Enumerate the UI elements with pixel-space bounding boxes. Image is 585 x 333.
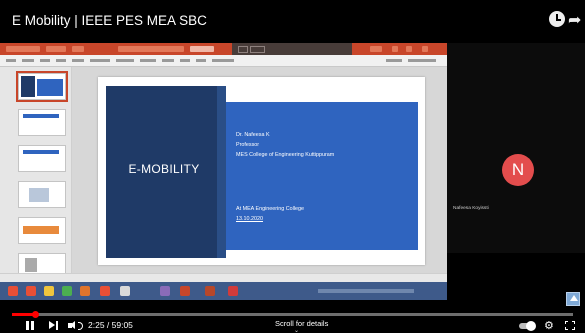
slide-thumbnail bbox=[18, 109, 66, 136]
ppt-ribbon-tab bbox=[162, 59, 174, 62]
fullscreen-corner bbox=[565, 321, 568, 324]
thumbnail-heading bbox=[23, 114, 59, 118]
time-display: 2:25 / 59:05 bbox=[88, 320, 133, 330]
screen-share-banner bbox=[232, 43, 352, 55]
presenter-name: Dr. Nafeesa K bbox=[236, 132, 270, 138]
ppt-quick-access bbox=[6, 46, 40, 52]
ppt-ribbon-tab bbox=[212, 59, 234, 62]
ppt-quick-access-3 bbox=[72, 46, 84, 52]
chevron-down-icon[interactable]: ⌄ bbox=[294, 327, 299, 333]
taskbar-app-icon bbox=[180, 286, 190, 296]
ppt-comments-button bbox=[408, 59, 436, 62]
ppt-window-close bbox=[422, 46, 428, 52]
ppt-document-title bbox=[118, 46, 184, 52]
taskbar-app-icon bbox=[160, 286, 170, 296]
video-title[interactable]: E Mobility | IEEE PES MEA SBC bbox=[12, 13, 207, 28]
event-date: 13.10.2020 bbox=[236, 216, 263, 222]
taskbar-app-icon bbox=[228, 286, 238, 296]
shared-screen: E-MOBILITY Dr. Nafeesa K Professor MES C… bbox=[0, 43, 447, 300]
thumbnail-image bbox=[25, 258, 37, 272]
ppt-ribbon-tab bbox=[196, 59, 206, 62]
ppt-ribbon-tab bbox=[40, 59, 50, 62]
taskbar-app-icon bbox=[62, 286, 72, 296]
clock-icon[interactable] bbox=[549, 11, 565, 27]
thumbnail-image bbox=[29, 188, 49, 202]
video-player[interactable]: E Mobility | IEEE PES MEA SBC ➦ E-MOBILI… bbox=[0, 0, 585, 333]
thumbnail-blue-panel bbox=[37, 79, 63, 96]
windows-taskbar bbox=[0, 282, 447, 300]
slide-thumbnail bbox=[16, 71, 68, 102]
scroll-for-details[interactable]: Scroll for details bbox=[275, 319, 328, 328]
ppt-ribbon-tab bbox=[22, 59, 34, 62]
thumbnail-dark-panel bbox=[21, 76, 35, 97]
scroll-up-button[interactable] bbox=[566, 292, 580, 306]
slide-dark-tab bbox=[217, 86, 226, 258]
participant-name: Nafeesa Koyissti bbox=[453, 206, 489, 211]
ppt-ribbon-tab bbox=[140, 59, 156, 62]
fullscreen-corner bbox=[572, 321, 575, 324]
taskbar-app-icon bbox=[26, 286, 36, 296]
slide-thumbnail-pane bbox=[0, 67, 72, 283]
ppt-ribbon-tab bbox=[116, 59, 134, 62]
ppt-share-button bbox=[386, 59, 402, 62]
slide-thumbnail bbox=[18, 217, 66, 244]
ppt-ribbon-tab bbox=[180, 59, 190, 62]
ppt-title-bar bbox=[0, 43, 447, 55]
taskbar-app-icon bbox=[80, 286, 90, 296]
ppt-ribbon-tab bbox=[72, 59, 84, 62]
taskbar-app-icon bbox=[205, 286, 215, 296]
progress-bar[interactable] bbox=[12, 311, 573, 318]
ppt-ribbon-tab bbox=[6, 59, 16, 62]
current-slide: E-MOBILITY Dr. Nafeesa K Professor MES C… bbox=[98, 77, 425, 265]
next-icon[interactable] bbox=[49, 321, 60, 331]
slide-title: E-MOBILITY bbox=[128, 162, 200, 176]
fullscreen-corner bbox=[565, 327, 568, 330]
taskbar-app-icon bbox=[44, 286, 54, 296]
ppt-window-max bbox=[406, 46, 412, 52]
slide-thumbnail bbox=[18, 145, 66, 172]
fullscreen-icon[interactable] bbox=[565, 321, 575, 330]
ppt-ribbon-tab bbox=[90, 59, 110, 62]
autoplay-toggle[interactable] bbox=[519, 321, 536, 331]
share-banner-chip-2 bbox=[250, 46, 266, 53]
share-banner-chip-1 bbox=[238, 46, 249, 53]
share-icon[interactable]: ➦ bbox=[568, 10, 581, 30]
ppt-quick-access-2 bbox=[46, 46, 66, 52]
ppt-user bbox=[370, 46, 382, 52]
progress-scrubber[interactable] bbox=[32, 311, 39, 318]
ppt-window-min bbox=[392, 46, 398, 52]
ppt-ribbon-tab bbox=[56, 59, 66, 62]
thumbnail-heading bbox=[23, 150, 59, 154]
event-venue: At MEA Engineering College bbox=[236, 206, 305, 212]
ppt-status-bar bbox=[0, 273, 447, 282]
presenter-institution: MES College of Engineering Kuttippuram bbox=[236, 152, 335, 158]
ppt-search-box bbox=[190, 46, 214, 52]
taskbar-app-icon bbox=[8, 286, 18, 296]
gear-icon[interactable]: ⚙ bbox=[544, 319, 554, 332]
slide-info-panel: Dr. Nafeesa K Professor MES College of E… bbox=[226, 102, 418, 250]
presenter-role: Professor bbox=[236, 142, 260, 148]
slide-thumbnail bbox=[18, 181, 66, 208]
taskbar-app-icon bbox=[120, 286, 130, 296]
taskbar-tray bbox=[318, 289, 414, 293]
volume-wave-icon bbox=[78, 322, 83, 330]
participant-tile: N Nafeesa Koyissti bbox=[447, 43, 585, 253]
participant-avatar: N bbox=[502, 154, 534, 186]
pause-icon[interactable] bbox=[25, 321, 35, 332]
thumbnail-banner bbox=[23, 226, 59, 234]
fullscreen-corner bbox=[572, 327, 575, 330]
ppt-ribbon bbox=[0, 55, 447, 67]
taskbar-app-icon bbox=[100, 286, 110, 296]
